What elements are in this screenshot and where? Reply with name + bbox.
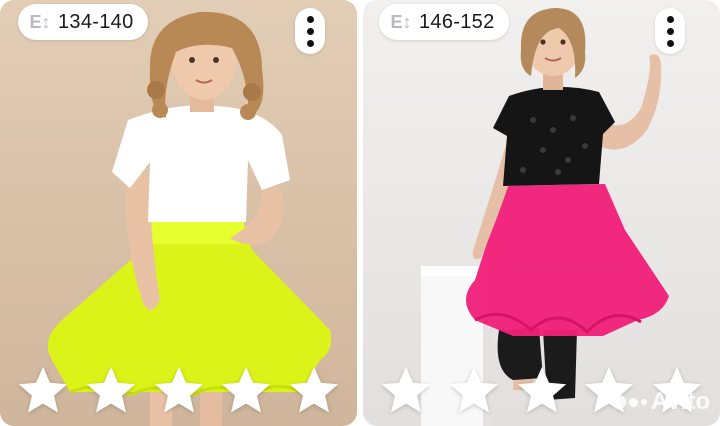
star-icon[interactable]: [150, 362, 208, 420]
vertical-ellipsis-dot: [666, 39, 674, 47]
size-label: 146-152: [419, 10, 495, 33]
star-icon[interactable]: [217, 362, 275, 420]
more-options-button[interactable]: [655, 8, 685, 54]
vertical-ellipsis-icon: [666, 15, 674, 23]
more-options-button[interactable]: [295, 8, 325, 54]
product-card-right[interactable]: E↕ 146-152 Avito: [363, 0, 720, 426]
star-icon[interactable]: [377, 362, 435, 420]
vertical-ellipsis-icon: [306, 15, 314, 23]
size-badge: E↕ 146-152: [379, 4, 509, 40]
star-icon[interactable]: [513, 362, 571, 420]
product-card-left[interactable]: E↕ 134-140: [0, 0, 357, 426]
star-icon[interactable]: [445, 362, 503, 420]
watermark-text: Avito: [650, 388, 710, 415]
height-size-icon: E↕: [390, 11, 412, 32]
avito-logo-icon: [611, 395, 647, 409]
avito-watermark: Avito: [611, 388, 710, 416]
star-icon[interactable]: [285, 362, 343, 420]
vertical-ellipsis-dot: [666, 27, 674, 35]
height-size-icon: E↕: [29, 11, 51, 32]
star-icon[interactable]: [82, 362, 140, 420]
size-badge: E↕ 134-140: [18, 4, 148, 40]
vertical-ellipsis-dot: [306, 27, 314, 35]
size-label: 134-140: [58, 10, 134, 33]
vertical-ellipsis-dot: [306, 39, 314, 47]
rating-stars[interactable]: [14, 360, 343, 422]
star-icon[interactable]: [14, 362, 72, 420]
